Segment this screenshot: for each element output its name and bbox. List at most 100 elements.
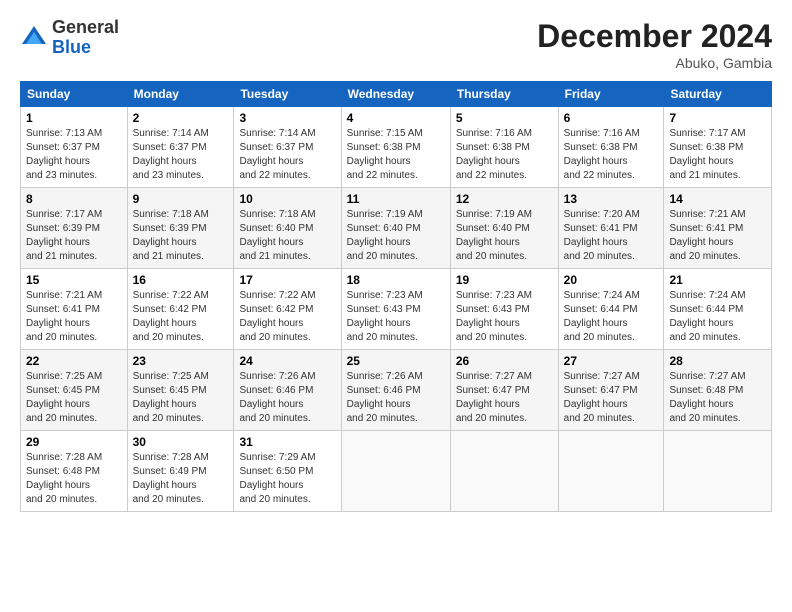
day-info: Sunrise: 7:13 AMSunset: 6:37 PMDaylight …: [26, 128, 102, 181]
table-row: 15 Sunrise: 7:21 AMSunset: 6:41 PMDaylig…: [21, 269, 128, 350]
title-block: December 2024 Abuko, Gambia: [537, 18, 772, 71]
day-number: 7: [669, 111, 766, 125]
month-title: December 2024: [537, 18, 772, 55]
day-number: 27: [564, 354, 659, 368]
day-info: Sunrise: 7:27 AMSunset: 6:47 PMDaylight …: [564, 371, 640, 424]
logo-general-label: General: [52, 18, 119, 38]
day-number: 14: [669, 192, 766, 206]
table-row: 20 Sunrise: 7:24 AMSunset: 6:44 PMDaylig…: [558, 269, 664, 350]
day-info: Sunrise: 7:18 AMSunset: 6:39 PMDaylight …: [133, 209, 209, 262]
day-number: 4: [347, 111, 445, 125]
day-info: Sunrise: 7:28 AMSunset: 6:48 PMDaylight …: [26, 452, 102, 505]
table-row: 27 Sunrise: 7:27 AMSunset: 6:47 PMDaylig…: [558, 350, 664, 431]
calendar-week-row: 8 Sunrise: 7:17 AMSunset: 6:39 PMDayligh…: [21, 188, 772, 269]
table-row: 11 Sunrise: 7:19 AMSunset: 6:40 PMDaylig…: [341, 188, 450, 269]
table-row: 13 Sunrise: 7:20 AMSunset: 6:41 PMDaylig…: [558, 188, 664, 269]
calendar: Sunday Monday Tuesday Wednesday Thursday…: [20, 81, 772, 512]
table-row: [341, 431, 450, 512]
table-row: 30 Sunrise: 7:28 AMSunset: 6:49 PMDaylig…: [127, 431, 234, 512]
day-info: Sunrise: 7:14 AMSunset: 6:37 PMDaylight …: [239, 128, 315, 181]
day-number: 6: [564, 111, 659, 125]
logo-icon: [20, 24, 48, 52]
table-row: 4 Sunrise: 7:15 AMSunset: 6:38 PMDayligh…: [341, 107, 450, 188]
col-thursday: Thursday: [450, 82, 558, 107]
day-info: Sunrise: 7:15 AMSunset: 6:38 PMDaylight …: [347, 128, 423, 181]
day-number: 23: [133, 354, 229, 368]
col-tuesday: Tuesday: [234, 82, 341, 107]
table-row: 25 Sunrise: 7:26 AMSunset: 6:46 PMDaylig…: [341, 350, 450, 431]
day-info: Sunrise: 7:25 AMSunset: 6:45 PMDaylight …: [26, 371, 102, 424]
day-info: Sunrise: 7:19 AMSunset: 6:40 PMDaylight …: [456, 209, 532, 262]
day-number: 10: [239, 192, 335, 206]
table-row: 1 Sunrise: 7:13 AMSunset: 6:37 PMDayligh…: [21, 107, 128, 188]
table-row: 17 Sunrise: 7:22 AMSunset: 6:42 PMDaylig…: [234, 269, 341, 350]
day-info: Sunrise: 7:16 AMSunset: 6:38 PMDaylight …: [456, 128, 532, 181]
table-row: 18 Sunrise: 7:23 AMSunset: 6:43 PMDaylig…: [341, 269, 450, 350]
day-number: 12: [456, 192, 553, 206]
page: General Blue December 2024 Abuko, Gambia…: [0, 0, 792, 522]
day-number: 8: [26, 192, 122, 206]
day-number: 24: [239, 354, 335, 368]
day-number: 2: [133, 111, 229, 125]
day-info: Sunrise: 7:25 AMSunset: 6:45 PMDaylight …: [133, 371, 209, 424]
day-info: Sunrise: 7:23 AMSunset: 6:43 PMDaylight …: [456, 290, 532, 343]
day-info: Sunrise: 7:22 AMSunset: 6:42 PMDaylight …: [133, 290, 209, 343]
table-row: 26 Sunrise: 7:27 AMSunset: 6:47 PMDaylig…: [450, 350, 558, 431]
day-number: 26: [456, 354, 553, 368]
calendar-week-row: 15 Sunrise: 7:21 AMSunset: 6:41 PMDaylig…: [21, 269, 772, 350]
calendar-header-row: Sunday Monday Tuesday Wednesday Thursday…: [21, 82, 772, 107]
table-row: 24 Sunrise: 7:26 AMSunset: 6:46 PMDaylig…: [234, 350, 341, 431]
header: General Blue December 2024 Abuko, Gambia: [20, 18, 772, 71]
col-wednesday: Wednesday: [341, 82, 450, 107]
logo-text: General Blue: [52, 18, 119, 58]
day-info: Sunrise: 7:24 AMSunset: 6:44 PMDaylight …: [564, 290, 640, 343]
day-number: 19: [456, 273, 553, 287]
day-info: Sunrise: 7:29 AMSunset: 6:50 PMDaylight …: [239, 452, 315, 505]
table-row: 21 Sunrise: 7:24 AMSunset: 6:44 PMDaylig…: [664, 269, 772, 350]
day-info: Sunrise: 7:26 AMSunset: 6:46 PMDaylight …: [239, 371, 315, 424]
day-number: 29: [26, 435, 122, 449]
day-number: 21: [669, 273, 766, 287]
day-number: 3: [239, 111, 335, 125]
day-info: Sunrise: 7:17 AMSunset: 6:39 PMDaylight …: [26, 209, 102, 262]
table-row: 19 Sunrise: 7:23 AMSunset: 6:43 PMDaylig…: [450, 269, 558, 350]
day-number: 13: [564, 192, 659, 206]
day-info: Sunrise: 7:21 AMSunset: 6:41 PMDaylight …: [669, 209, 745, 262]
logo: General Blue: [20, 18, 119, 58]
table-row: 28 Sunrise: 7:27 AMSunset: 6:48 PMDaylig…: [664, 350, 772, 431]
col-sunday: Sunday: [21, 82, 128, 107]
day-info: Sunrise: 7:14 AMSunset: 6:37 PMDaylight …: [133, 128, 209, 181]
day-info: Sunrise: 7:23 AMSunset: 6:43 PMDaylight …: [347, 290, 423, 343]
day-info: Sunrise: 7:28 AMSunset: 6:49 PMDaylight …: [133, 452, 209, 505]
calendar-week-row: 22 Sunrise: 7:25 AMSunset: 6:45 PMDaylig…: [21, 350, 772, 431]
day-info: Sunrise: 7:16 AMSunset: 6:38 PMDaylight …: [564, 128, 640, 181]
day-number: 30: [133, 435, 229, 449]
location: Abuko, Gambia: [537, 55, 772, 71]
table-row: 31 Sunrise: 7:29 AMSunset: 6:50 PMDaylig…: [234, 431, 341, 512]
col-monday: Monday: [127, 82, 234, 107]
day-number: 20: [564, 273, 659, 287]
day-number: 1: [26, 111, 122, 125]
table-row: 16 Sunrise: 7:22 AMSunset: 6:42 PMDaylig…: [127, 269, 234, 350]
day-number: 5: [456, 111, 553, 125]
day-number: 9: [133, 192, 229, 206]
table-row: 9 Sunrise: 7:18 AMSunset: 6:39 PMDayligh…: [127, 188, 234, 269]
table-row: [664, 431, 772, 512]
day-number: 22: [26, 354, 122, 368]
col-friday: Friday: [558, 82, 664, 107]
logo-blue-label: Blue: [52, 38, 119, 58]
day-info: Sunrise: 7:20 AMSunset: 6:41 PMDaylight …: [564, 209, 640, 262]
day-number: 17: [239, 273, 335, 287]
table-row: 3 Sunrise: 7:14 AMSunset: 6:37 PMDayligh…: [234, 107, 341, 188]
day-info: Sunrise: 7:24 AMSunset: 6:44 PMDaylight …: [669, 290, 745, 343]
day-info: Sunrise: 7:17 AMSunset: 6:38 PMDaylight …: [669, 128, 745, 181]
day-info: Sunrise: 7:19 AMSunset: 6:40 PMDaylight …: [347, 209, 423, 262]
day-info: Sunrise: 7:21 AMSunset: 6:41 PMDaylight …: [26, 290, 102, 343]
calendar-week-row: 1 Sunrise: 7:13 AMSunset: 6:37 PMDayligh…: [21, 107, 772, 188]
table-row: 10 Sunrise: 7:18 AMSunset: 6:40 PMDaylig…: [234, 188, 341, 269]
table-row: 29 Sunrise: 7:28 AMSunset: 6:48 PMDaylig…: [21, 431, 128, 512]
day-info: Sunrise: 7:18 AMSunset: 6:40 PMDaylight …: [239, 209, 315, 262]
calendar-week-row: 29 Sunrise: 7:28 AMSunset: 6:48 PMDaylig…: [21, 431, 772, 512]
table-row: 12 Sunrise: 7:19 AMSunset: 6:40 PMDaylig…: [450, 188, 558, 269]
table-row: 22 Sunrise: 7:25 AMSunset: 6:45 PMDaylig…: [21, 350, 128, 431]
